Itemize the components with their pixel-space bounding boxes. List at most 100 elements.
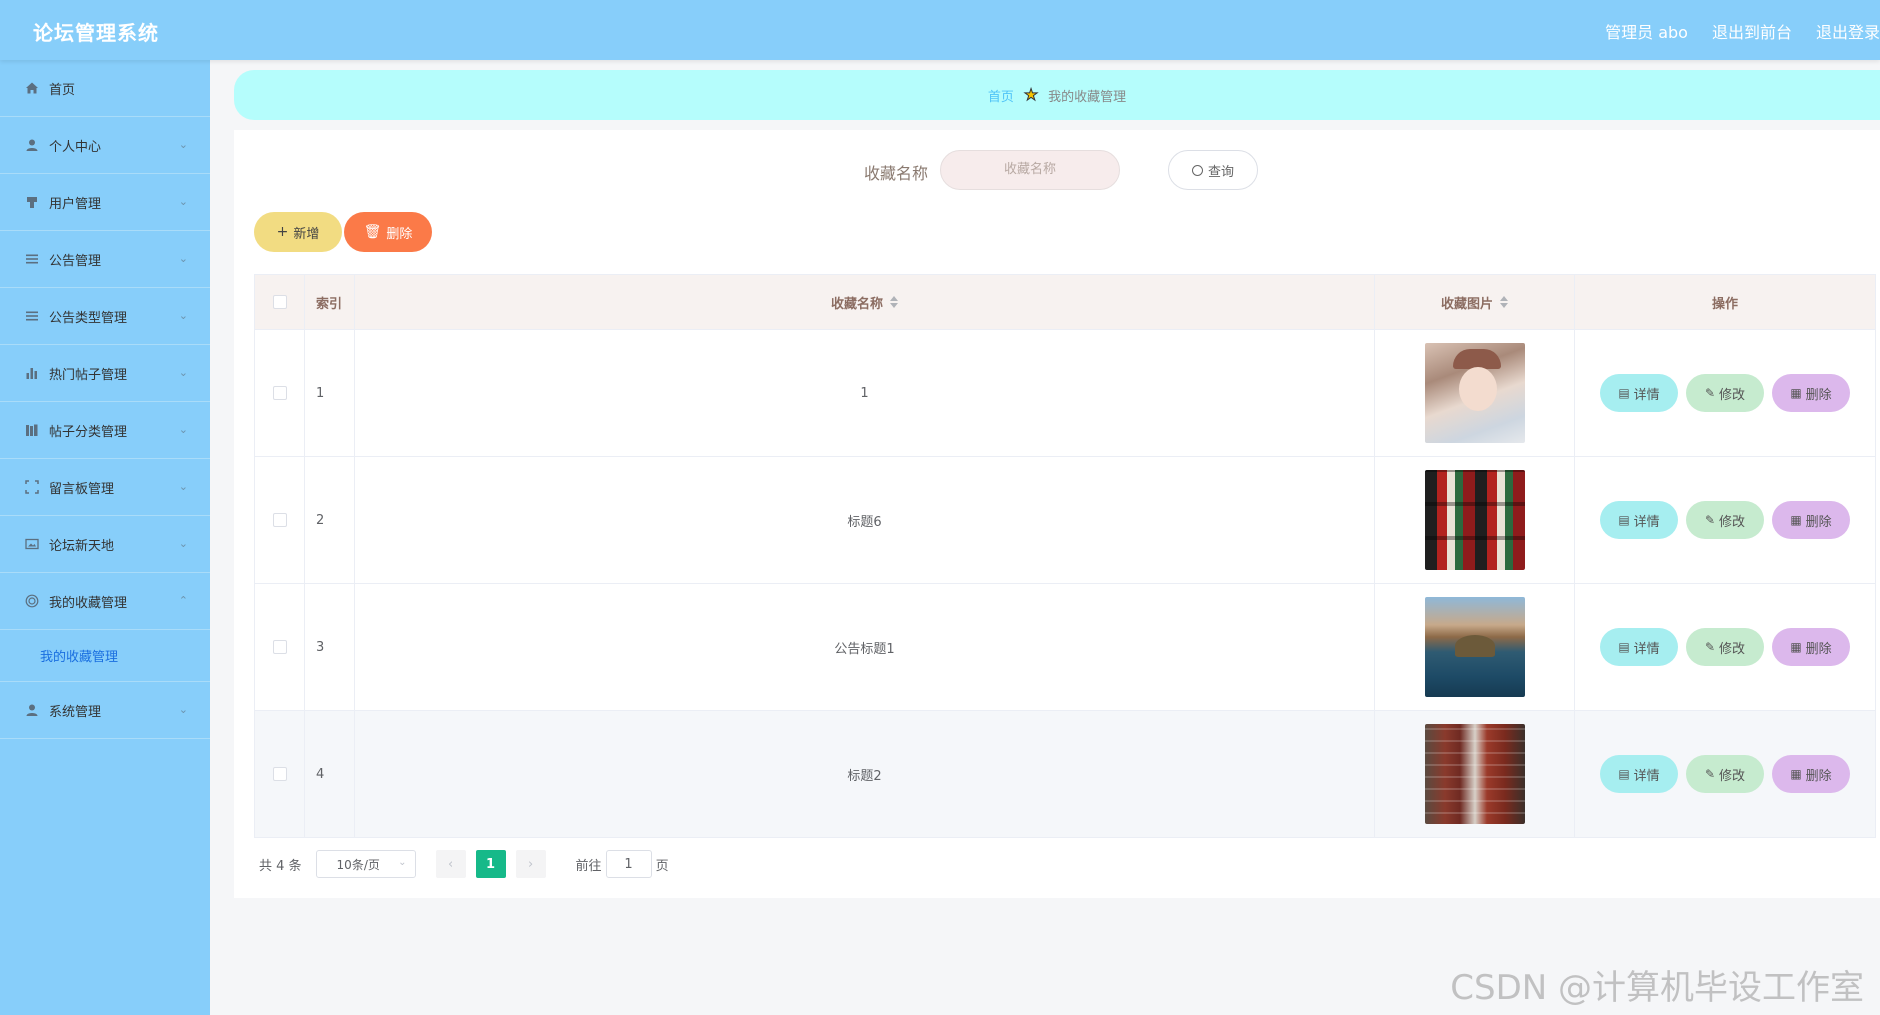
app-title: 论坛管理系统 — [33, 21, 159, 45]
row-index: 2 — [305, 457, 355, 583]
sidebar-item-personal-center[interactable]: 个人中心 ⌄ — [0, 117, 210, 174]
delete-button[interactable]: ▦ 删除 — [1772, 374, 1850, 412]
delete-button[interactable]: ▦ 删除 — [1772, 755, 1850, 793]
search-button[interactable]: 查询 — [1168, 150, 1258, 190]
edit-button[interactable]: ✎ 修改 — [1686, 755, 1764, 793]
select-all-checkbox[interactable] — [272, 295, 287, 309]
goto-page-input[interactable]: 1 — [605, 850, 652, 878]
trash-icon: ▦ — [1790, 513, 1802, 527]
row-checkbox-cell — [255, 457, 305, 583]
prev-page-button[interactable]: ‹ — [435, 850, 466, 878]
batch-delete-button[interactable]: 🗑 删除 — [344, 212, 432, 252]
pencil-icon: ✎ — [1704, 640, 1716, 654]
sidebar-item-label: 帖子分类管理 — [49, 424, 128, 440]
home-icon — [24, 80, 40, 96]
books-icon — [24, 422, 40, 438]
submenu-my-favorites[interactable]: 我的收藏管理 — [0, 630, 210, 682]
breadcrumb: 首页 ★ 我的收藏管理 — [234, 70, 1880, 120]
edit-label: 修改 — [1719, 387, 1746, 403]
sidebar-item-home[interactable]: 首页 — [0, 60, 210, 117]
favorite-thumbnail[interactable] — [1424, 597, 1525, 697]
delete-button[interactable]: ▦ 删除 — [1772, 628, 1850, 666]
delete-label: 删除 — [1805, 387, 1832, 403]
row-index: 1 — [305, 330, 355, 456]
chevron-down-icon: ⌄ — [178, 480, 188, 493]
target-icon — [24, 593, 40, 609]
sidebar-item-notice-type-management[interactable]: 公告类型管理 ⌄ — [0, 288, 210, 345]
header-image[interactable]: 收藏图片 — [1375, 275, 1575, 329]
favorite-thumbnail[interactable] — [1424, 724, 1525, 824]
add-button-label: 新增 — [293, 226, 320, 242]
plus-icon: + — [276, 224, 289, 240]
admin-name[interactable]: 管理员 abo — [1605, 19, 1688, 43]
sidebar-item-label: 系统管理 — [49, 704, 102, 720]
breadcrumb-home[interactable]: 首页 — [988, 86, 1014, 105]
search-input[interactable]: 收藏名称 — [940, 150, 1120, 190]
header-name[interactable]: 收藏名称 — [355, 275, 1375, 329]
row-checkbox-cell — [255, 584, 305, 710]
exit-to-front-link[interactable]: 退出到前台 — [1712, 19, 1792, 43]
sidebar-item-user-management[interactable]: 用户管理 ⌄ — [0, 174, 210, 231]
sort-icon[interactable] — [890, 296, 898, 308]
trash-icon: 🗑 — [363, 224, 382, 240]
table-row: 1 1 ▤ 详情 ✎ 修改 ▦ 删除 — [255, 330, 1875, 457]
row-ops: ▤ 详情 ✎ 修改 ▦ 删除 — [1575, 711, 1875, 837]
favorite-thumbnail[interactable] — [1424, 343, 1525, 443]
sidebar-item-my-favorites[interactable]: 我的收藏管理 ⌃ — [0, 573, 210, 630]
page-number-1[interactable]: 1 — [475, 850, 506, 878]
delete-button[interactable]: ▦ 删除 — [1772, 501, 1850, 539]
chevron-down-icon: ⌄ — [178, 309, 188, 322]
row-image-cell — [1375, 711, 1575, 837]
edit-button[interactable]: ✎ 修改 — [1686, 501, 1764, 539]
detail-button[interactable]: ▤ 详情 — [1600, 755, 1678, 793]
edit-label: 修改 — [1719, 514, 1746, 530]
sidebar-item-notice-management[interactable]: 公告管理 ⌄ — [0, 231, 210, 288]
detail-button[interactable]: ▤ 详情 — [1600, 501, 1678, 539]
sidebar-item-message-board-management[interactable]: 留言板管理 ⌄ — [0, 459, 210, 516]
batch-delete-label: 删除 — [386, 226, 413, 242]
user-icon — [24, 702, 40, 718]
detail-button[interactable]: ▤ 详情 — [1600, 628, 1678, 666]
document-icon: ▤ — [1618, 513, 1630, 527]
row-name: 标题2 — [355, 711, 1375, 837]
sidebar-item-post-category-management[interactable]: 帖子分类管理 ⌄ — [0, 402, 210, 459]
sidebar-item-label: 公告类型管理 — [49, 310, 128, 326]
row-checkbox-cell — [255, 330, 305, 456]
trash-icon: ▦ — [1790, 640, 1802, 654]
table-row: 4 标题2 ▤ 详情 ✎ 修改 ▦ 删除 — [255, 711, 1875, 838]
star-icon: ★ — [1023, 85, 1039, 104]
row-checkbox[interactable] — [272, 386, 287, 400]
sidebar-item-label: 我的收藏管理 — [49, 595, 128, 611]
add-button[interactable]: + 新增 — [254, 212, 342, 252]
list-icon — [24, 251, 40, 267]
row-checkbox[interactable] — [272, 640, 287, 654]
next-page-button[interactable]: › — [515, 850, 546, 878]
pencil-icon: ✎ — [1704, 767, 1716, 781]
row-image-cell — [1375, 584, 1575, 710]
row-checkbox[interactable] — [272, 513, 287, 527]
chevron-up-icon: ⌃ — [178, 594, 188, 607]
goto-label: 前往 — [575, 858, 602, 874]
page-size-select[interactable]: 10条/页 ⌄ — [315, 850, 416, 878]
row-checkbox[interactable] — [272, 767, 287, 781]
document-icon: ▤ — [1618, 386, 1630, 400]
sort-icon[interactable] — [1500, 296, 1508, 308]
edit-button[interactable]: ✎ 修改 — [1686, 628, 1764, 666]
detail-button[interactable]: ▤ 详情 — [1600, 374, 1678, 412]
table-row: 3 公告标题1 ▤ 详情 ✎ 修改 ▦ 删除 — [255, 584, 1875, 711]
edit-button[interactable]: ✎ 修改 — [1686, 374, 1764, 412]
sidebar-item-hot-posts-management[interactable]: 热门帖子管理 ⌄ — [0, 345, 210, 402]
chevron-left-icon: ‹ — [447, 856, 454, 872]
document-icon: ▤ — [1618, 767, 1630, 781]
image-icon — [24, 536, 40, 552]
favorite-thumbnail[interactable] — [1424, 470, 1525, 570]
sidebar-item-forum-world[interactable]: 论坛新天地 ⌄ — [0, 516, 210, 573]
chevron-down-icon: ⌄ — [178, 423, 188, 436]
logout-link[interactable]: 退出登录 — [1816, 19, 1880, 43]
chevron-down-icon: ⌄ — [178, 195, 188, 208]
sidebar-item-system-management[interactable]: 系统管理 ⌄ — [0, 682, 210, 739]
row-index: 4 — [305, 711, 355, 837]
pencil-icon: ✎ — [1704, 513, 1716, 527]
row-image-cell — [1375, 457, 1575, 583]
detail-label: 详情 — [1633, 514, 1660, 530]
